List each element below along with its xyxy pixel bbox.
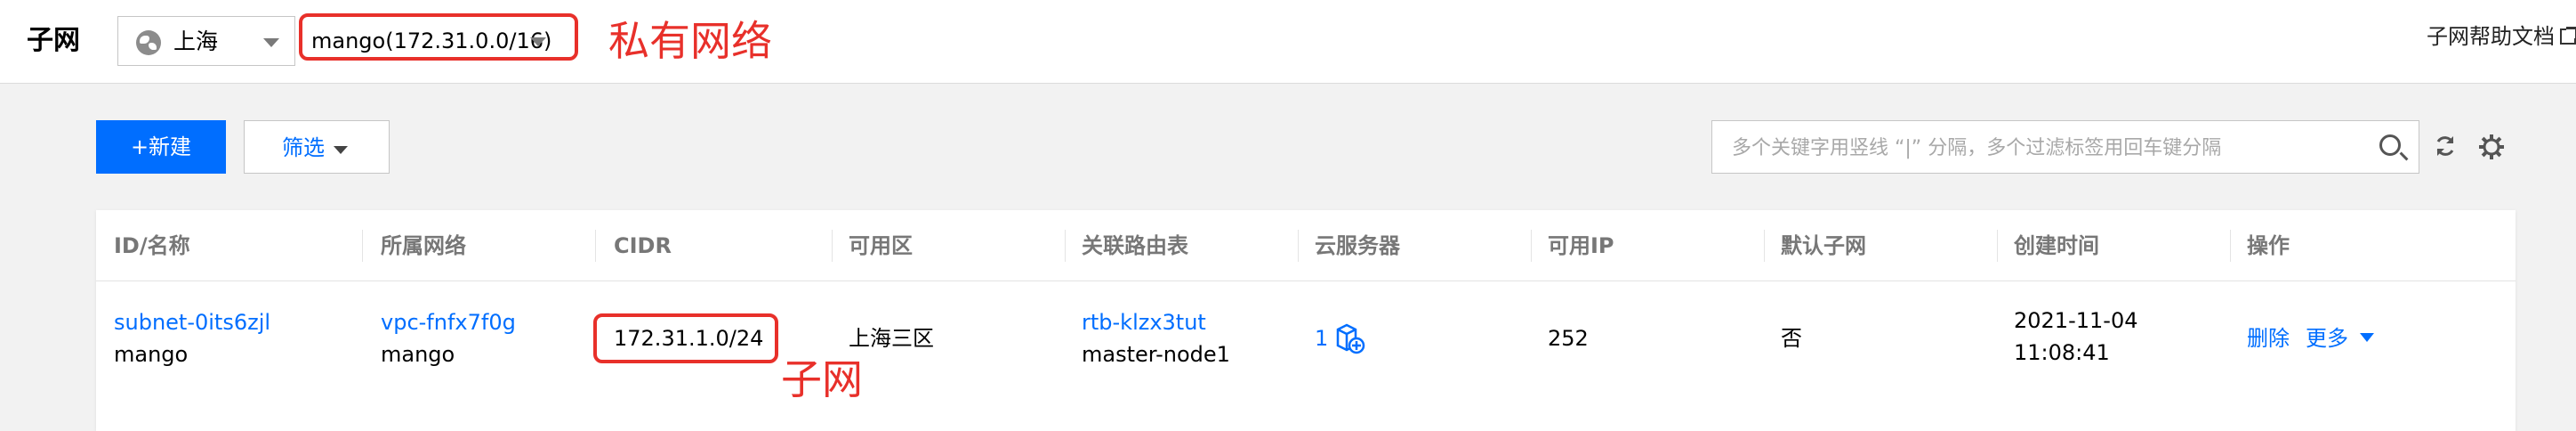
- column-header-available-ip: 可用IP: [1548, 233, 1614, 258]
- available-ip-value: 252: [1548, 326, 1589, 351]
- page-title: 子网: [27, 25, 80, 56]
- subnet-table: ID/名称 所属网络 CIDR 可用区 关联路由表 云服务器 可用IP 默认子网…: [96, 210, 2516, 431]
- column-divider: [595, 230, 596, 262]
- chevron-down-icon: [334, 146, 348, 154]
- column-divider: [1298, 230, 1299, 262]
- route-table-link[interactable]: rtb-klzx3tut: [1082, 306, 1206, 338]
- chevron-down-icon[interactable]: [2360, 333, 2374, 342]
- vpc-annotation-box: [299, 13, 578, 61]
- column-divider: [1531, 230, 1532, 262]
- column-divider: [1997, 230, 1998, 262]
- vpc-name: mango: [381, 342, 455, 367]
- search-input[interactable]: [1732, 132, 2355, 164]
- vpc-id-link[interactable]: vpc-fnfx7f0g: [381, 306, 516, 338]
- help-doc-link[interactable]: 子网帮助文档: [2427, 22, 2555, 51]
- column-header-cidr: CIDR: [614, 233, 672, 258]
- column-header-cvm: 云服务器: [1315, 233, 1400, 258]
- search-icon[interactable]: [2379, 134, 2401, 156]
- gear-icon[interactable]: [2478, 134, 2505, 160]
- region-select[interactable]: 上海: [117, 16, 295, 66]
- filter-button-label: 筛选: [282, 135, 325, 160]
- created-date: 2021-11-04: [2014, 308, 2138, 333]
- column-header-default-subnet: 默认子网: [1781, 233, 1866, 258]
- region-select-label: 上海: [173, 28, 219, 54]
- chevron-down-icon: [263, 38, 279, 47]
- table-header: ID/名称 所属网络 CIDR 可用区 关联路由表 云服务器 可用IP 默认子网…: [96, 210, 2516, 281]
- cvm-count-link[interactable]: 1: [1315, 322, 1328, 354]
- globe-icon: [136, 30, 161, 55]
- column-header-zone: 可用区: [849, 233, 913, 258]
- cidr-annotation-box: [593, 313, 778, 363]
- column-header-created-time: 创建时间: [2014, 233, 2099, 258]
- zone-value: 上海三区: [849, 326, 934, 351]
- subnet-id-link[interactable]: subnet-0its6zjl: [114, 306, 270, 338]
- default-subnet-value: 否: [1781, 326, 1802, 351]
- external-link-icon[interactable]: [2560, 27, 2576, 45]
- delete-button[interactable]: 删除: [2247, 322, 2290, 354]
- column-divider: [832, 230, 833, 262]
- cidr-annotation-label: 子网: [781, 355, 863, 403]
- column-header-actions: 操作: [2247, 233, 2290, 258]
- column-divider: [1764, 230, 1765, 262]
- created-time: 11:08:41: [2014, 340, 2110, 365]
- column-divider: [1065, 230, 1066, 262]
- column-divider: [2230, 230, 2231, 262]
- route-table-name: master-node1: [1082, 342, 1230, 367]
- more-button[interactable]: 更多: [2306, 322, 2348, 354]
- cvm-add-icon[interactable]: [1334, 322, 1366, 354]
- top-bar: 子网 上海 mango(172.31.0.0/16) 私有网络 子网帮助文档: [0, 0, 2576, 84]
- vpc-annotation-label: 私有网络: [608, 17, 772, 65]
- column-header-route-table: 关联路由表: [1082, 233, 1188, 258]
- refresh-icon[interactable]: [2434, 134, 2457, 158]
- column-header-id-name: ID/名称: [114, 233, 190, 258]
- new-subnet-button[interactable]: +新建: [96, 120, 226, 174]
- filter-button[interactable]: 筛选: [244, 120, 390, 174]
- column-divider: [362, 230, 363, 262]
- subnet-name: mango: [114, 342, 189, 367]
- column-header-vpc: 所属网络: [381, 233, 466, 258]
- search-box: [1711, 120, 2419, 174]
